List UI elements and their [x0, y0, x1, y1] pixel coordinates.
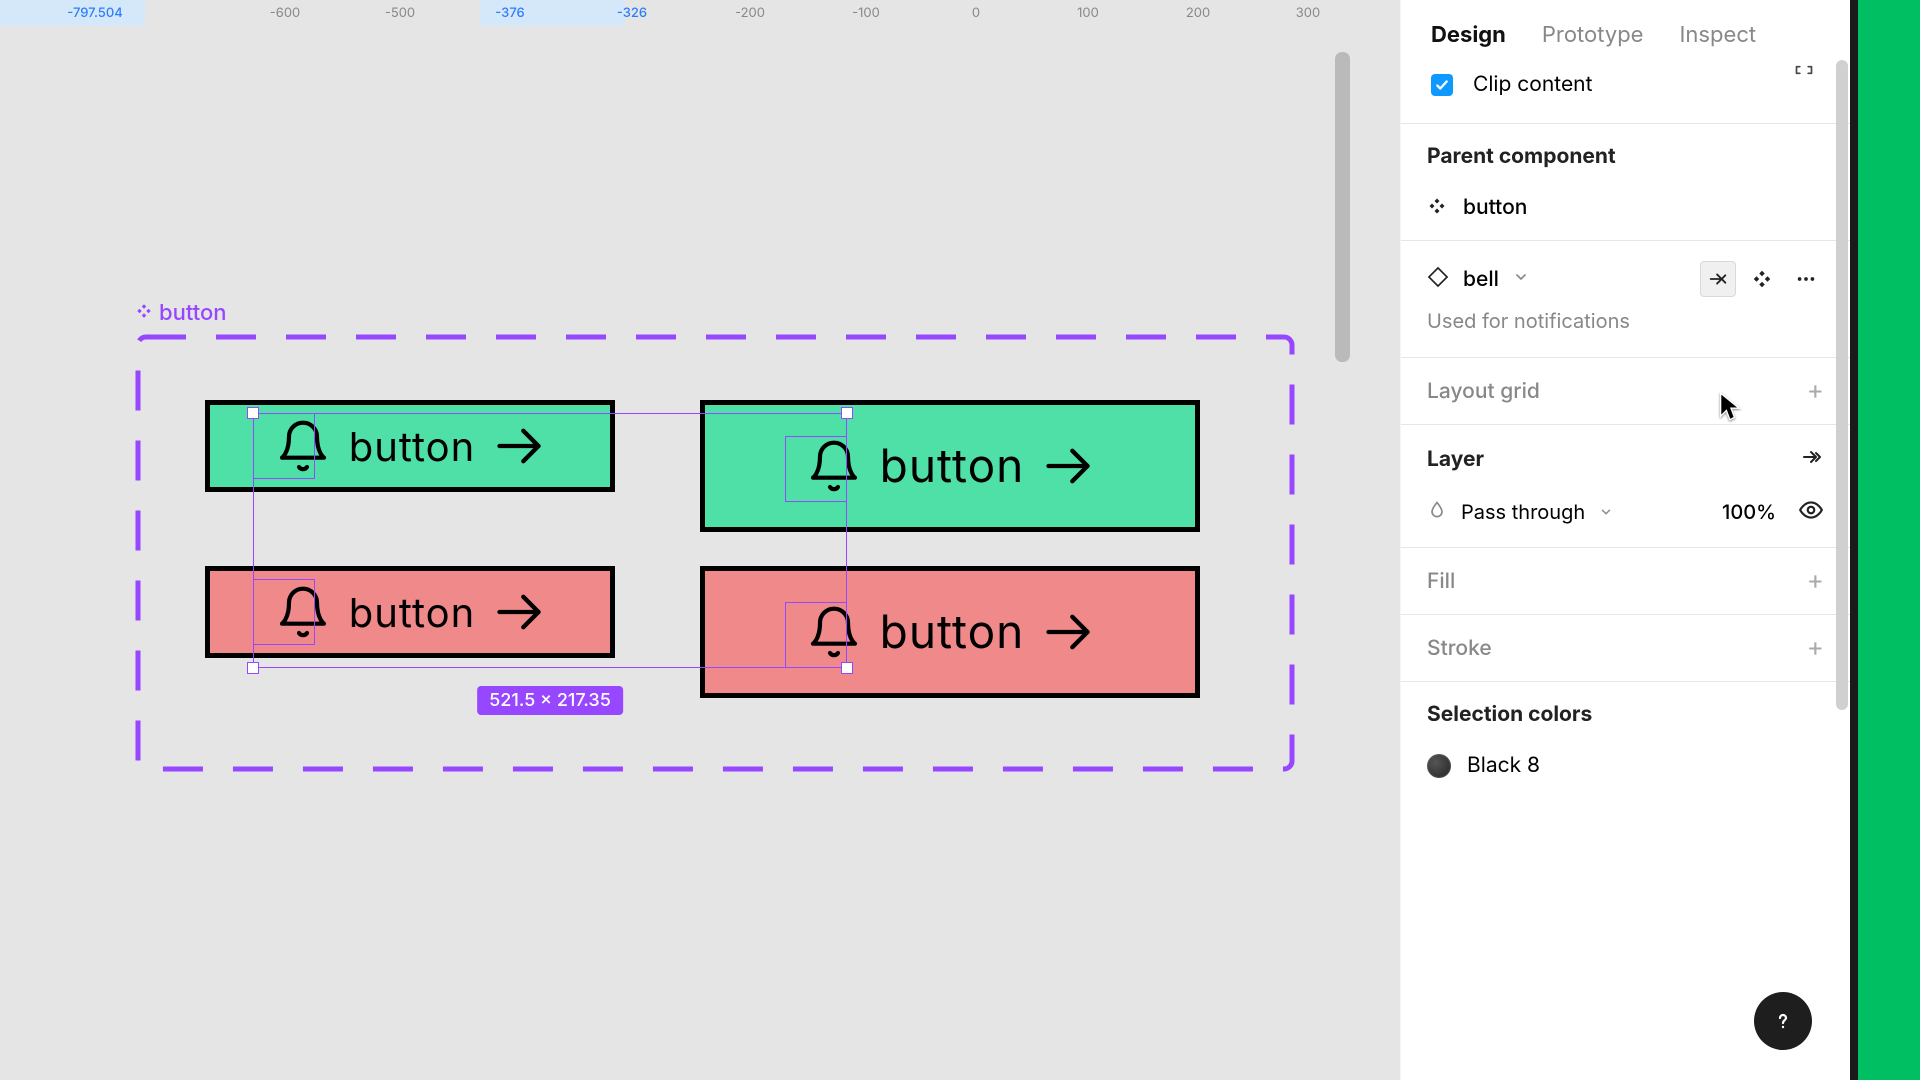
clip-content-checkbox[interactable] — [1431, 74, 1453, 96]
bell-icon — [806, 438, 862, 494]
variant-button-red-small[interactable]: button — [205, 566, 615, 658]
color-name[interactable]: Black 8 — [1467, 753, 1540, 778]
section-variant: bell — [1401, 240, 1850, 357]
panel-edge — [1850, 0, 1858, 1080]
blend-mode-icon — [1427, 500, 1447, 525]
variant-button-green-small[interactable]: button — [205, 400, 615, 492]
tab-design[interactable]: Design — [1431, 22, 1506, 48]
inspector-panel: Design Prototype Inspect Clip content Pa… — [1400, 0, 1850, 1080]
inspector-tabs: Design Prototype Inspect — [1401, 0, 1850, 72]
add-stroke-button[interactable]: + — [1807, 635, 1824, 661]
selection-handle[interactable] — [841, 662, 853, 674]
variant-label: button — [880, 604, 1025, 660]
variant-label: button — [880, 438, 1025, 494]
selection-colors-heading: Selection colors — [1427, 702, 1824, 727]
arrow-right-icon — [1042, 606, 1094, 658]
add-layout-grid-button[interactable]: + — [1807, 378, 1824, 404]
blend-mode-select[interactable]: Pass through — [1461, 500, 1585, 524]
component-frame-name: button — [159, 300, 227, 326]
chevron-down-icon[interactable] — [1599, 500, 1613, 524]
go-to-main-component-button[interactable] — [1700, 261, 1736, 297]
component-frame[interactable]: button button button — [135, 334, 1295, 772]
tab-prototype[interactable]: Prototype — [1542, 22, 1644, 48]
ruler-tick: -797.504 — [67, 0, 122, 26]
arrow-right-icon — [1042, 440, 1094, 492]
parent-component-heading: Parent component — [1427, 144, 1824, 169]
section-parent-component: Parent component button — [1401, 123, 1850, 240]
ruler-tick: -376 — [495, 0, 524, 26]
ruler[interactable]: -797.504 -600 -500 -376 -326 -200 -100 0… — [0, 0, 1328, 26]
variant-button-red-large[interactable]: button — [700, 566, 1200, 698]
section-selection-colors: Selection colors Black 8 — [1401, 681, 1850, 798]
variant-icon — [1427, 266, 1449, 292]
tab-inspect[interactable]: Inspect — [1680, 22, 1757, 48]
selection-handle[interactable] — [247, 407, 259, 419]
color-swatch[interactable] — [1427, 754, 1451, 778]
ruler-tick: 200 — [1186, 0, 1210, 26]
variant-button-green-large[interactable]: button — [700, 400, 1200, 532]
component-icon — [1427, 196, 1447, 220]
canvas-scrollbar[interactable] — [1335, 52, 1350, 362]
layer-style-icon[interactable] — [1800, 445, 1824, 473]
ruler-tick: -100 — [852, 0, 880, 26]
visibility-toggle[interactable] — [1798, 497, 1824, 527]
section-layer: Layer Pass through — [1401, 424, 1850, 547]
chevron-down-icon[interactable] — [1513, 269, 1529, 289]
ruler-tick: -326 — [617, 0, 647, 26]
outside-green-region — [1858, 0, 1920, 1080]
canvas[interactable]: -797.504 -600 -500 -376 -326 -200 -100 0… — [0, 0, 1400, 1080]
arrow-right-icon — [493, 420, 545, 472]
add-fill-button[interactable]: + — [1807, 568, 1824, 594]
ruler-tick: 300 — [1296, 0, 1320, 26]
clip-content-row: Clip content — [1401, 72, 1850, 123]
arrow-right-icon — [493, 586, 545, 638]
section-stroke: Stroke + — [1401, 614, 1850, 681]
ruler-tick: 0 — [972, 0, 980, 26]
component-set-icon — [135, 300, 153, 326]
ruler-tick: -600 — [270, 0, 300, 26]
selection-handle[interactable] — [841, 407, 853, 419]
variant-label: button — [349, 588, 476, 637]
parent-component-name[interactable]: button — [1463, 195, 1527, 220]
clip-content-label: Clip content — [1473, 72, 1592, 97]
inspector-scrollbar[interactable] — [1836, 60, 1848, 710]
variant-name[interactable]: bell — [1463, 267, 1499, 292]
ruler-tick: -200 — [735, 0, 765, 26]
variant-label: button — [349, 422, 476, 471]
variant-description: Used for notifications — [1427, 297, 1824, 337]
bell-icon — [275, 418, 331, 474]
ruler-tick: -500 — [385, 0, 415, 26]
selection-handle[interactable] — [247, 662, 259, 674]
layout-grid-label: Layout grid — [1427, 379, 1540, 404]
frame-fit-icon[interactable] — [1794, 60, 1814, 80]
selection-size-badge: 521.5 × 217.35 — [477, 686, 623, 715]
detach-instance-button[interactable] — [1744, 261, 1780, 297]
bell-icon — [806, 604, 862, 660]
section-fill: Fill + — [1401, 547, 1850, 614]
fill-label: Fill — [1427, 569, 1455, 594]
bell-icon — [275, 584, 331, 640]
layer-heading: Layer — [1427, 447, 1484, 472]
help-button[interactable] — [1754, 992, 1812, 1050]
ruler-tick: 100 — [1077, 0, 1099, 26]
opacity-input[interactable]: 100% — [1722, 500, 1776, 524]
stroke-label: Stroke — [1427, 636, 1492, 661]
component-frame-label[interactable]: button — [135, 300, 227, 326]
more-options-button[interactable] — [1788, 261, 1824, 297]
section-layout-grid: Layout grid + — [1401, 357, 1850, 424]
